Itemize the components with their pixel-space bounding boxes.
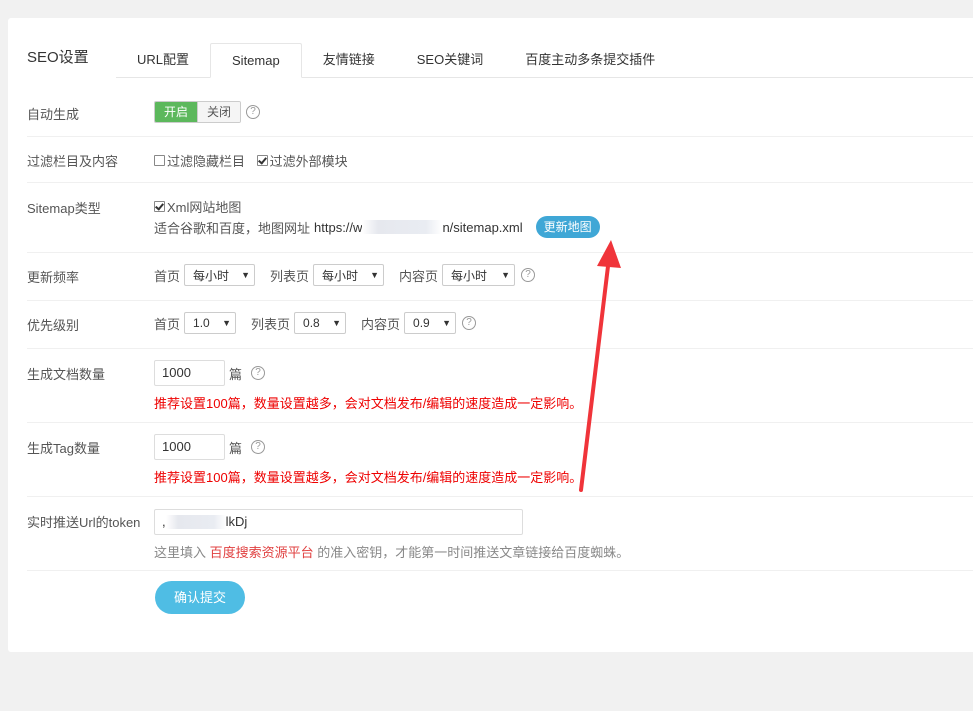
filter-external-checkbox[interactable]: 过滤外部模块 (256, 151, 348, 170)
chevron-down-icon: ▼ (501, 270, 511, 280)
chevron-down-icon: ▼ (442, 318, 452, 328)
doc-count-input[interactable]: 1000 (154, 360, 225, 386)
redacted-area (362, 220, 443, 234)
redacted-area (165, 515, 226, 529)
freq-list-label: 列表页 (270, 268, 310, 284)
tag-count-input[interactable]: 1000 (154, 434, 225, 460)
settings-card: SEO设置 URL配置 Sitemap 友情链接 SEO关键词 百度主动多条提交… (8, 18, 973, 652)
auto-generate-toggle: 开启 关闭 (154, 101, 242, 123)
auto-generate-row: 自动生成 开启 关闭 ? (27, 90, 973, 137)
tab-seo-keywords[interactable]: SEO关键词 (396, 43, 504, 77)
token-row: 实时推送Url的token , lkDj 这里填入 百度搜索资源平台 的准入密钥，… (27, 496, 973, 571)
freq-list-select[interactable]: 每小时 ▼ (313, 264, 385, 286)
tab-sitemap[interactable]: Sitemap (210, 43, 302, 78)
tab-url-config[interactable]: URL配置 (116, 43, 210, 77)
toggle-off-option[interactable]: 关闭 (197, 102, 241, 122)
help-icon[interactable]: ? (251, 440, 266, 454)
tab-friend-links[interactable]: 友情链接 (302, 43, 396, 77)
help-icon[interactable]: ? (246, 105, 261, 119)
checkbox-checked-icon (256, 155, 268, 166)
filter-hidden-checkbox[interactable]: 过滤隐藏栏目 (154, 151, 245, 170)
update-sitemap-button[interactable]: 更新地图 (535, 216, 600, 238)
tag-count-warning: 推荐设置100篇，数量设置越多，会对文档发布/编辑的速度造成一定影响。 (154, 470, 583, 485)
prio-home-select[interactable]: 1.0 ▼ (184, 312, 237, 334)
page-title: SEO设置 (27, 49, 89, 66)
help-icon[interactable]: ? (521, 268, 536, 282)
frequency-row: 更新频率 首页 每小时 ▼ 列表页 每小时 ▼ 内容页 每小时 ▼ ? (27, 252, 973, 301)
doc-count-warning: 推荐设置100篇，数量设置越多，会对文档发布/编辑的速度造成一定影响。 (154, 396, 583, 411)
xml-sitemap-checkbox[interactable]: Xml网站地图 (154, 197, 241, 216)
checkbox-checked-icon (154, 201, 165, 212)
freq-home-select[interactable]: 每小时 ▼ (184, 264, 256, 286)
filter-row: 过滤栏目及内容 过滤隐藏栏目 过滤外部模块 (27, 136, 973, 183)
tag-count-row: 生成Tag数量 1000 篇 ? 推荐设置100篇，数量设置越多，会对文档发布/… (27, 422, 973, 497)
prio-content-label: 内容页 (361, 316, 401, 332)
sitemap-url-start: https://w (314, 219, 363, 235)
checkbox-unchecked-icon (154, 155, 165, 166)
sitemap-desc: 适合谷歌和百度，地图网址 (154, 220, 311, 236)
prio-list-select[interactable]: 0.8 ▼ (294, 312, 347, 334)
tab-bar: URL配置 Sitemap 友情链接 SEO关键词 百度主动多条提交插件 (116, 43, 973, 78)
tab-baidu-push-plugin[interactable]: 百度主动多条提交插件 (504, 43, 676, 77)
prio-home-label: 首页 (154, 316, 181, 332)
help-icon[interactable]: ? (462, 316, 477, 330)
chevron-down-icon: ▼ (370, 270, 380, 280)
auto-generate-label: 自动生成 (27, 107, 80, 122)
frequency-label: 更新频率 (27, 270, 80, 285)
chevron-down-icon: ▼ (241, 270, 251, 280)
priority-label: 优先级别 (27, 318, 80, 333)
prio-list-label: 列表页 (251, 316, 291, 332)
sitemap-type-label: Sitemap类型 (27, 201, 101, 216)
chevron-down-icon: ▼ (222, 318, 232, 328)
freq-home-label: 首页 (154, 268, 181, 284)
sitemap-url-end: n/sitemap.xml (442, 219, 523, 235)
baidu-resource-platform-link[interactable]: 百度搜索资源平台 (210, 545, 314, 560)
token-hint: 这里填入 百度搜索资源平台 的准入密钥，才能第一时间推送文章链接给百度蜘蛛。 (154, 545, 630, 560)
freq-content-select[interactable]: 每小时 ▼ (442, 264, 516, 286)
token-input[interactable]: , lkDj (154, 509, 523, 535)
toggle-on-option[interactable]: 开启 (155, 102, 198, 122)
filter-label: 过滤栏目及内容 (27, 154, 119, 169)
tag-count-label: 生成Tag数量 (27, 441, 100, 456)
token-label: 实时推送Url的token (27, 515, 141, 530)
prio-content-select[interactable]: 0.9 ▼ (404, 312, 457, 334)
freq-content-label: 内容页 (399, 268, 439, 284)
priority-row: 优先级别 首页 1.0 ▼ 列表页 0.8 ▼ 内容页 0.9 ▼ ? (27, 300, 973, 349)
help-icon[interactable]: ? (251, 366, 266, 380)
chevron-down-icon: ▼ (332, 318, 342, 328)
doc-count-label: 生成文档数量 (27, 367, 106, 382)
tag-count-unit: 篇 (229, 440, 243, 456)
doc-count-row: 生成文档数量 1000 篇 ? 推荐设置100篇，数量设置越多，会对文档发布/编… (27, 348, 973, 423)
sitemap-type-row: Sitemap类型 Xml网站地图 适合谷歌和百度，地图网址 https://w… (27, 182, 973, 253)
submit-button[interactable]: 确认提交 (155, 581, 245, 614)
doc-count-unit: 篇 (229, 366, 243, 382)
